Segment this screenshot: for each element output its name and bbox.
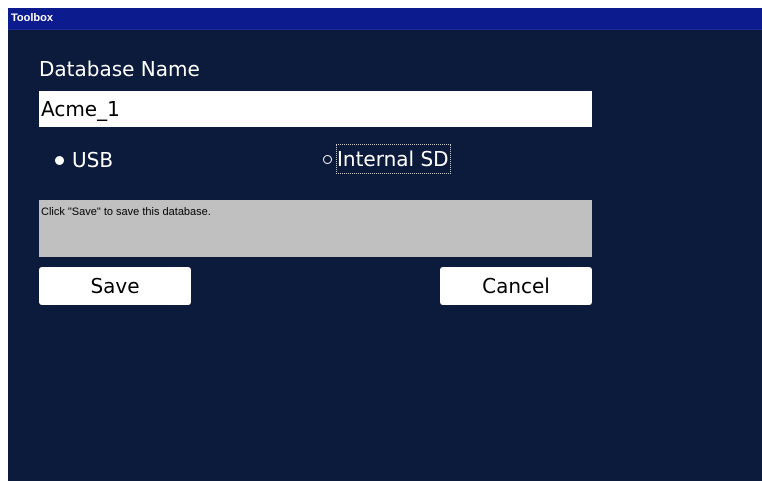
database-name-input[interactable] <box>39 91 592 127</box>
database-name-label: Database Name <box>39 57 200 81</box>
radio-unselected-icon <box>323 154 332 164</box>
window-title: Toolbox <box>11 12 53 24</box>
cancel-button[interactable]: Cancel <box>440 267 592 305</box>
usb-radio[interactable]: USB <box>55 147 113 173</box>
save-button[interactable]: Save <box>39 267 191 305</box>
title-bar: Toolbox <box>8 8 762 30</box>
toolbox-window: Toolbox Database Name USB Internal SD Cl… <box>8 8 762 481</box>
radio-selected-icon <box>55 155 64 165</box>
status-message: Click "Save" to save this database. <box>41 206 211 218</box>
internal-sd-radio-label: Internal SD <box>336 144 451 174</box>
usb-radio-label: USB <box>72 148 114 172</box>
internal-sd-radio[interactable]: Internal SD <box>323 144 451 174</box>
status-message-box: Click "Save" to save this database. <box>39 200 592 257</box>
